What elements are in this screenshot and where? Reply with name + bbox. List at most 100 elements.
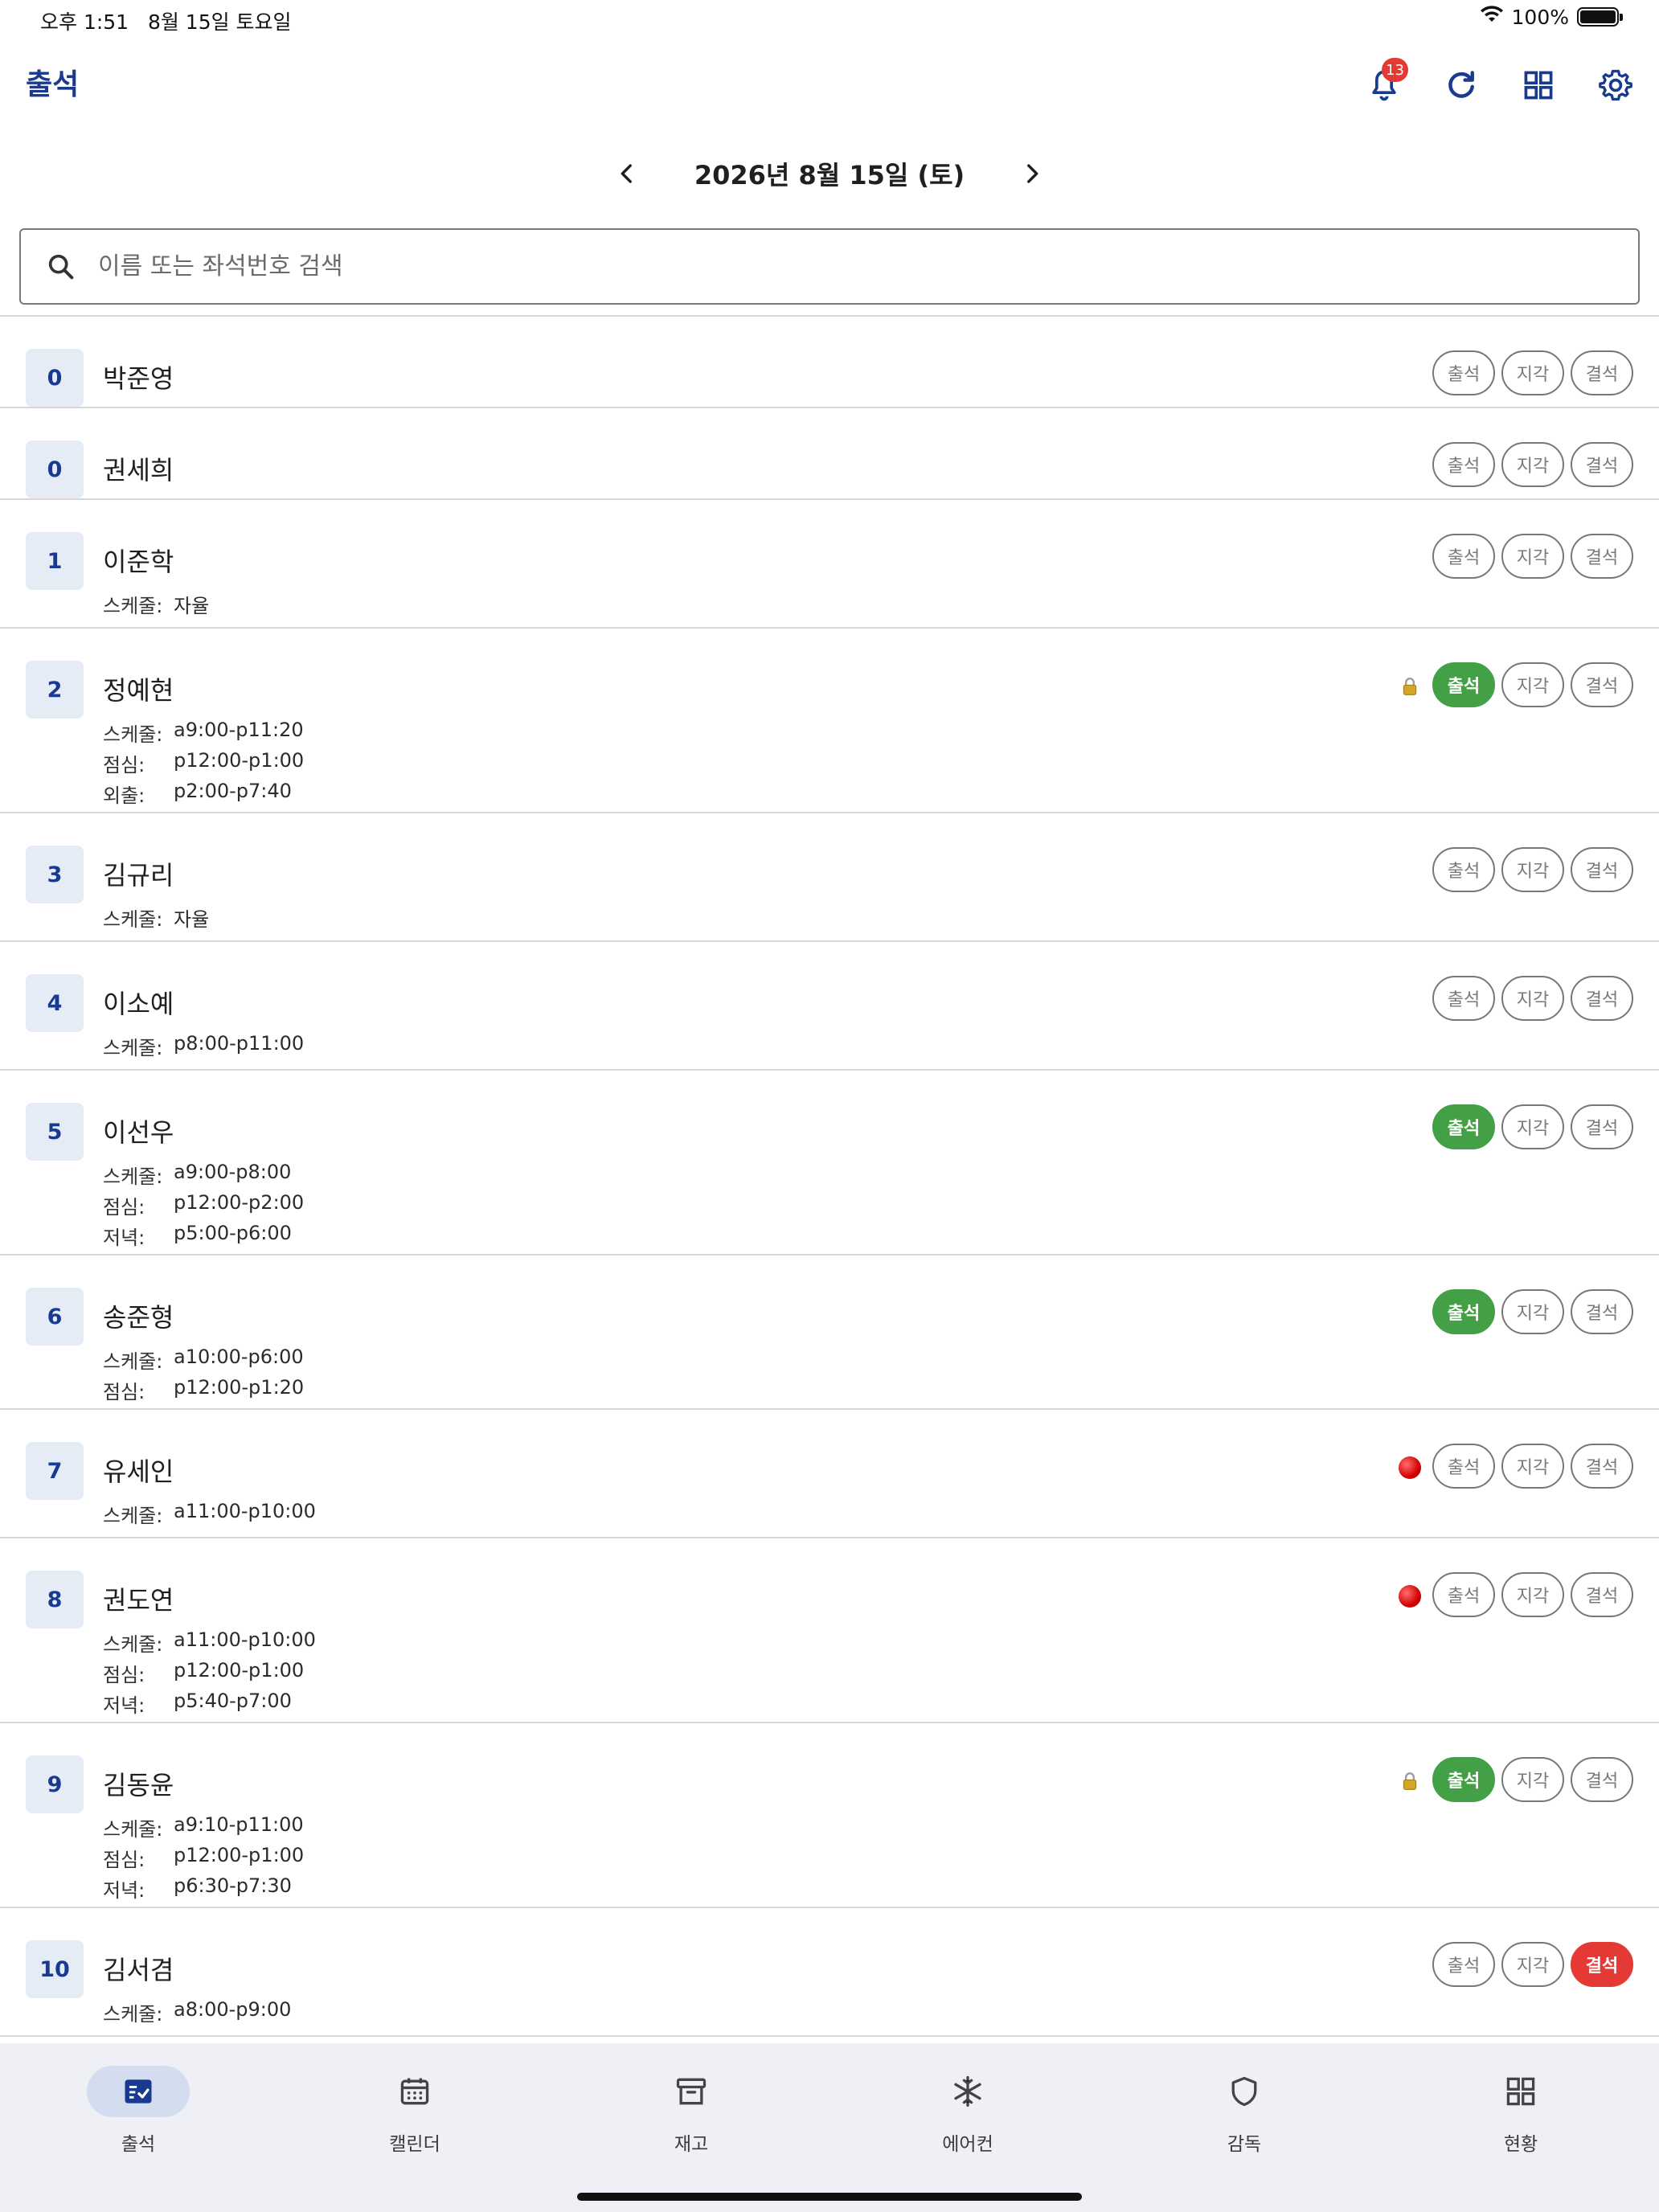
attendance-status-buttons: 출석 지각 결석 <box>1432 1942 1633 1987</box>
student-name[interactable]: 김서겸 <box>103 1950 174 1987</box>
seat-number: 6 <box>26 1288 84 1346</box>
absent-button[interactable]: 결석 <box>1571 442 1633 487</box>
schedule-time: p12:00-p1:00 <box>174 1659 305 1682</box>
present-button[interactable]: 출석 <box>1432 350 1495 395</box>
late-button[interactable]: 지각 <box>1501 534 1564 579</box>
schedule-time: p12:00-p1:00 <box>174 1844 305 1866</box>
late-button[interactable]: 지각 <box>1501 976 1564 1021</box>
present-button[interactable]: 출석 <box>1432 847 1495 892</box>
late-button[interactable]: 지각 <box>1501 1104 1564 1149</box>
schedule-label: 점심: <box>103 1196 145 1219</box>
present-button[interactable]: 출석 <box>1432 1289 1495 1334</box>
student-row: 2 정예현 스케줄: a9:00-p11:20 점심: p12:00-p1:00 외출: p2… <box>0 629 1659 813</box>
schedule-time: p6:30-p7:30 <box>174 1874 292 1897</box>
late-button[interactable]: 지각 <box>1501 1572 1564 1617</box>
schedule-label: 스케줄: <box>103 1350 163 1373</box>
absent-button[interactable]: 결석 <box>1571 976 1633 1021</box>
search-field[interactable] <box>19 228 1640 305</box>
student-name[interactable]: 김동윤 <box>103 1765 174 1802</box>
nav-item[interactable]: 캘린더 <box>276 2043 553 2212</box>
absent-button[interactable]: 결석 <box>1571 1289 1633 1334</box>
attendance-screen: 오후 1:51 8월 15일 토요일 100% 출석 13 2026년 8월 1… <box>0 0 1659 2212</box>
student-name[interactable]: 송준형 <box>103 1297 174 1334</box>
schedule-label: 스케줄: <box>103 2003 163 2026</box>
seat-number: 9 <box>26 1755 84 1813</box>
present-button[interactable]: 출석 <box>1432 1942 1495 1987</box>
previous-date-button[interactable] <box>601 148 653 199</box>
schedule-time: p5:00-p6:00 <box>174 1222 292 1244</box>
search-input[interactable] <box>98 252 1545 281</box>
absent-button[interactable]: 결석 <box>1571 662 1633 707</box>
present-button[interactable]: 출석 <box>1432 1572 1495 1617</box>
nav-label: 현황 <box>1503 2134 1538 2155</box>
student-name[interactable]: 김규리 <box>103 855 174 892</box>
nav-item[interactable]: 감독 <box>1106 2043 1382 2212</box>
grid-icon <box>1524 71 1553 100</box>
nav-item[interactable]: 현황 <box>1382 2043 1659 2212</box>
next-date-button[interactable] <box>1006 148 1058 199</box>
present-button[interactable]: 출석 <box>1432 442 1495 487</box>
nav-label: 감독 <box>1227 2134 1262 2155</box>
late-button[interactable]: 지각 <box>1501 1942 1564 1987</box>
student-name[interactable]: 이선우 <box>103 1112 174 1149</box>
red-dot-icon <box>1399 1456 1421 1479</box>
late-button[interactable]: 지각 <box>1501 1289 1564 1334</box>
seat-number: 2 <box>26 661 84 719</box>
absent-button[interactable]: 결석 <box>1571 1942 1633 1987</box>
attendance-icon <box>87 2066 190 2117</box>
red-dot-icon <box>1399 1456 1421 1479</box>
student-row: 10 김서겸 스케줄: a8:00-p9:00 출석 지각 결석 <box>0 1908 1659 2037</box>
schedule-time: a9:10-p11:00 <box>174 1813 304 1836</box>
archive-icon <box>640 2066 743 2117</box>
nav-item[interactable]: 출석 <box>0 2043 276 2212</box>
current-date[interactable]: 2026년 8월 15일 (토) <box>693 155 966 192</box>
late-button[interactable]: 지각 <box>1501 442 1564 487</box>
settings-button[interactable] <box>1588 58 1643 113</box>
notifications-button[interactable]: 13 <box>1357 58 1411 113</box>
absent-button[interactable]: 결석 <box>1571 1572 1633 1617</box>
nav-item[interactable]: 에어컨 <box>830 2043 1106 2212</box>
gear-icon <box>1599 69 1632 101</box>
student-name[interactable]: 권도연 <box>103 1580 174 1617</box>
schedule-line: 스케줄: a9:00-p8:00 <box>103 1161 291 1189</box>
schedule-label: 점심: <box>103 1381 145 1403</box>
home-indicator <box>577 2193 1082 2201</box>
schedule-line: 점심: p12:00-p1:20 <box>103 1376 304 1404</box>
status-clock: 오후 1:51 <box>40 10 129 34</box>
student-name[interactable]: 박준영 <box>103 358 174 395</box>
absent-button[interactable]: 결석 <box>1571 350 1633 395</box>
absent-button[interactable]: 결석 <box>1571 534 1633 579</box>
absent-button[interactable]: 결석 <box>1571 1444 1633 1489</box>
grid-view-button[interactable] <box>1511 58 1566 113</box>
late-button[interactable]: 지각 <box>1501 847 1564 892</box>
student-name[interactable]: 권세희 <box>103 450 174 487</box>
schedule-time: a9:00-p11:20 <box>174 719 304 741</box>
student-name[interactable]: 이소예 <box>103 984 174 1021</box>
absent-button[interactable]: 결석 <box>1571 1757 1633 1802</box>
present-button[interactable]: 출석 <box>1432 976 1495 1021</box>
status-date: 8월 15일 토요일 <box>147 10 292 34</box>
nav-label: 에어컨 <box>942 2134 993 2155</box>
absent-button[interactable]: 결석 <box>1571 1104 1633 1149</box>
present-button[interactable]: 출석 <box>1432 1444 1495 1489</box>
student-name[interactable]: 정예현 <box>103 670 174 707</box>
schedule-time: a9:00-p8:00 <box>174 1161 292 1183</box>
late-button[interactable]: 지각 <box>1501 662 1564 707</box>
seat-number: 8 <box>26 1571 84 1628</box>
student-name[interactable]: 이준학 <box>103 542 174 579</box>
late-button[interactable]: 지각 <box>1501 1444 1564 1489</box>
refresh-button[interactable] <box>1434 58 1489 113</box>
present-button[interactable]: 출석 <box>1432 1757 1495 1802</box>
late-button[interactable]: 지각 <box>1501 1757 1564 1802</box>
present-button[interactable]: 출석 <box>1432 534 1495 579</box>
schedule-line: 점심: p12:00-p2:00 <box>103 1191 304 1219</box>
bottom-navigation: 출석 캘린더 재고 에어컨 감독 현황 <box>0 2043 1659 2212</box>
nav-item[interactable]: 재고 <box>553 2043 830 2212</box>
absent-button[interactable]: 결석 <box>1571 847 1633 892</box>
student-name[interactable]: 유세인 <box>103 1452 174 1489</box>
present-button[interactable]: 출석 <box>1432 662 1495 707</box>
seat-number: 3 <box>26 846 84 903</box>
late-button[interactable]: 지각 <box>1501 350 1564 395</box>
present-button[interactable]: 출석 <box>1432 1104 1495 1149</box>
battery-percent: 100% <box>1511 5 1569 29</box>
